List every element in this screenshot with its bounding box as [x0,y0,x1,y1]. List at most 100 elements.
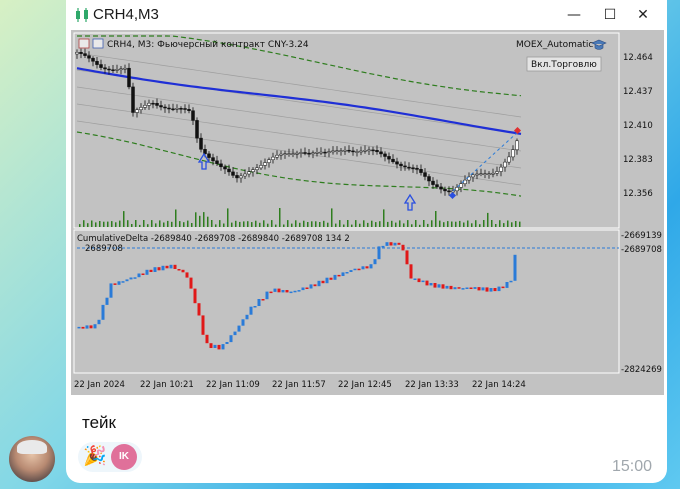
minimize-button[interactable]: — [561,4,587,26]
indicator-pane-border [73,229,620,374]
candle-body [251,169,255,172]
delta-bar [265,291,269,300]
candle-body [87,55,91,59]
volume-bar [451,221,453,227]
delta-bar [257,299,261,306]
message-timestamp: 15:00 [612,458,653,475]
delta-bar [189,277,193,289]
volume-bar [363,220,365,227]
volume-bar [351,224,353,227]
delta-bar [233,331,237,336]
volume-bar [223,223,225,227]
candle-body [151,102,155,105]
volume-bar [491,220,493,227]
volume-bar [259,222,261,227]
delta-bar [105,297,109,305]
trading-chart[interactable]: CRH4, M3: Фьючерсный контракт CNY-3.24 M… [71,30,664,395]
delta-bar [161,265,165,271]
delta-bar [365,266,369,269]
volume-bar [407,220,409,227]
volume-bar [251,222,253,227]
delta-bar [305,287,309,289]
candle-body [303,152,307,154]
delta-bar [313,284,317,287]
volume-bar [503,223,505,227]
volume-bar [179,221,181,227]
volume-bar [239,221,241,227]
delta-bar [85,325,89,329]
candle-body [511,149,515,158]
volume-bar [295,220,297,227]
delta-bar [285,290,289,293]
delta-bar [381,245,385,248]
candle-body [407,166,411,169]
indicator-label: CumulativeDelta -2689840 -2689708 -26898… [77,234,350,244]
volume-bar [475,220,477,227]
close-button[interactable]: ✕ [630,4,656,26]
price-tick: 12.410 [623,121,653,131]
volume-bar [123,211,125,227]
candle-body [495,171,499,174]
delta-bar [309,284,313,289]
candle-body [167,107,171,110]
candle-body [235,175,239,179]
reactor-avatar: IK [111,444,137,470]
volume-bar [355,220,357,227]
volume-bar [247,221,249,227]
expert-advisor-name: MOEX_Automatic [516,40,593,50]
candle-body [135,109,139,113]
volume-bar [319,222,321,227]
delta-bar [121,281,125,283]
volume-bar [511,222,513,227]
volume-bar [143,220,145,227]
delta-bar [421,280,425,283]
delta-bar [445,285,449,289]
candle-body [427,176,431,182]
indicator-sublabel: 2689708 [85,244,123,254]
delta-bar [349,270,353,272]
candle-body [395,161,399,165]
delta-bar [197,303,201,316]
volume-bar [79,224,81,227]
delta-bar [385,242,389,246]
candle-body [379,151,383,155]
volume-bar [427,223,429,227]
candle-body [207,153,211,158]
delta-bar [133,277,137,279]
candle-body [471,174,475,178]
cumulative-delta-bars [77,242,517,350]
volume-bar [459,220,461,227]
volume-bar [87,223,89,227]
delta-bar [497,286,501,292]
reaction-chip[interactable]: 🎉 IK [78,442,142,472]
volume-bar [291,223,293,227]
volume-bar [471,223,473,227]
delta-bar [461,288,465,290]
candle-body [103,67,107,70]
delta-bar [393,242,397,246]
delta-bar [357,268,361,271]
delta-bar [269,291,273,294]
buy-arrow-icon [403,193,417,211]
price-tick: 12.464 [623,53,653,63]
chart-window-title: CRH4,M3 [93,6,159,23]
candle-body [299,152,303,154]
candle-body [415,167,419,170]
time-tick: 22 Jan 13:33 [405,380,459,390]
volume-bar [499,220,501,227]
volume-bar [371,220,373,227]
delta-bar [125,279,129,282]
volume-bar [215,224,217,227]
chart-header-icons[interactable] [78,38,104,49]
delta-bar [241,319,245,326]
volume-bar [255,220,257,227]
delta-bar [201,315,205,335]
volume-bar [311,221,313,227]
volume-bar [303,220,305,227]
sender-avatar[interactable] [9,436,55,482]
maximize-button[interactable]: ☐ [597,4,623,26]
delta-bar [457,287,461,289]
candle-body [215,160,219,164]
delta-bar [345,272,349,274]
candle-body [195,120,199,139]
